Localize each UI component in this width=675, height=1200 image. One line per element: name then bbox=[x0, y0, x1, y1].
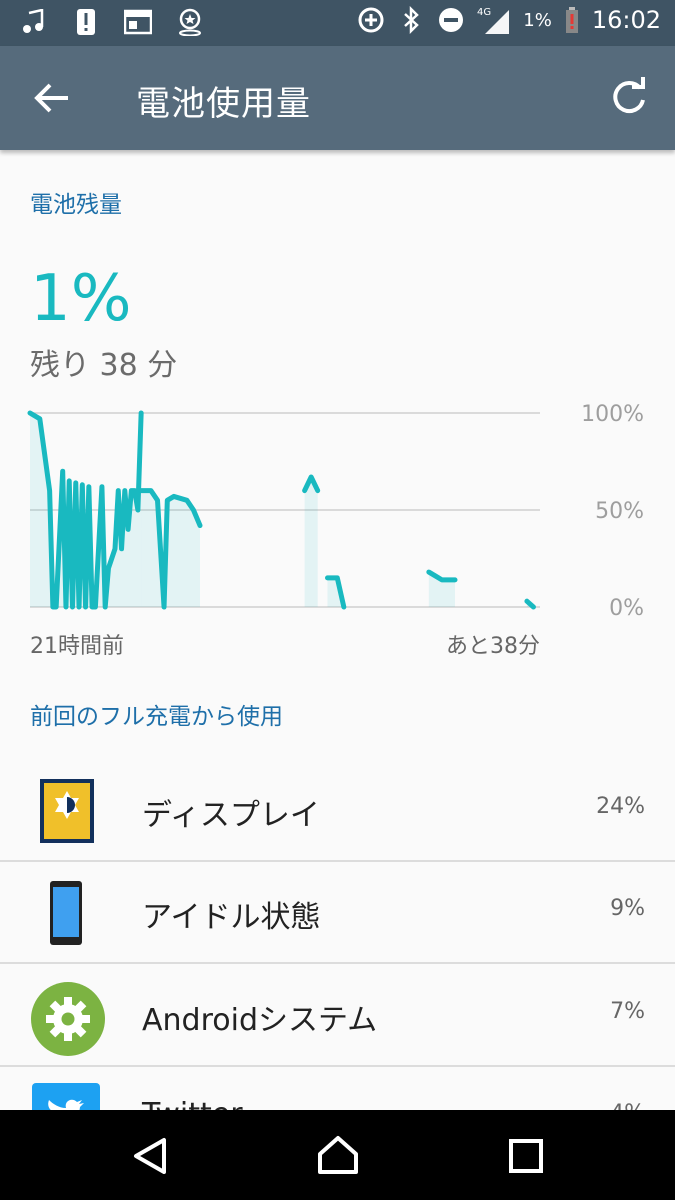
calendar-icon bbox=[124, 8, 152, 36]
page-title: 電池使用量 bbox=[136, 84, 311, 124]
usage-since-charge-header: 前回のフル充電から使用 bbox=[30, 704, 283, 730]
battery-level-header: 電池残量 bbox=[30, 192, 122, 218]
battery-low-icon bbox=[564, 6, 580, 34]
svg-text:4G: 4G bbox=[477, 7, 491, 18]
chart-x-label: あと38分 bbox=[446, 634, 540, 659]
nav-back-button[interactable] bbox=[126, 1132, 174, 1180]
usage-label: ディスプレイ bbox=[142, 798, 320, 833]
chart-area-fill bbox=[304, 477, 318, 607]
refresh-icon bbox=[613, 77, 645, 114]
battery-percent: 1% bbox=[30, 262, 132, 336]
usage-row-display[interactable]: ディスプレイ 24% bbox=[0, 758, 675, 862]
app-toolbar: 電池使用量 bbox=[0, 46, 675, 150]
time-remaining: 残り 38 分 bbox=[30, 348, 178, 383]
refresh-button[interactable] bbox=[605, 74, 653, 122]
usage-percent: 7% bbox=[610, 999, 645, 1024]
nav-home-icon bbox=[318, 1136, 358, 1174]
back-arrow-icon bbox=[34, 83, 68, 113]
signal-4g-icon: 4G bbox=[477, 6, 511, 34]
status-bar: 4G 1% 16:02 bbox=[0, 0, 675, 46]
back-button[interactable] bbox=[28, 74, 76, 122]
nav-home-button[interactable] bbox=[314, 1132, 362, 1180]
chart-y-tick-label: 100% bbox=[581, 402, 644, 427]
battery-percent-text: 1% bbox=[523, 9, 552, 31]
display-brightness-icon bbox=[30, 776, 102, 848]
music-note-icon bbox=[20, 8, 48, 36]
clock: 16:02 bbox=[591, 6, 661, 34]
data-saver-icon bbox=[357, 6, 385, 34]
usage-label: アイドル状態 bbox=[142, 900, 321, 935]
bluetooth-icon bbox=[397, 6, 425, 34]
nav-recents-icon bbox=[509, 1139, 543, 1173]
chart-y-tick-label: 0% bbox=[609, 596, 644, 621]
usage-row-android-system[interactable]: Androidシステム 7% bbox=[0, 963, 675, 1067]
nav-back-icon bbox=[134, 1138, 166, 1174]
usage-percent: 24% bbox=[596, 794, 645, 819]
do-not-disturb-icon bbox=[437, 6, 465, 34]
usage-row-idle[interactable]: アイドル状態 9% bbox=[0, 860, 675, 964]
nav-recents-button[interactable] bbox=[502, 1132, 550, 1180]
battery-history-chart[interactable]: 100% 50% 0% 21時間前 あと38分 bbox=[0, 395, 675, 665]
alert-icon bbox=[72, 8, 100, 36]
phone-idle-icon bbox=[30, 878, 102, 950]
android-system-gear-icon bbox=[30, 981, 105, 1056]
navigation-bar bbox=[0, 1110, 675, 1200]
location-pin-icon bbox=[176, 8, 204, 36]
usage-percent: 9% bbox=[610, 896, 645, 921]
chart-x-label: 21時間前 bbox=[30, 634, 124, 659]
chart-y-tick-label: 50% bbox=[595, 499, 644, 524]
usage-label: Androidシステム bbox=[142, 1003, 378, 1038]
